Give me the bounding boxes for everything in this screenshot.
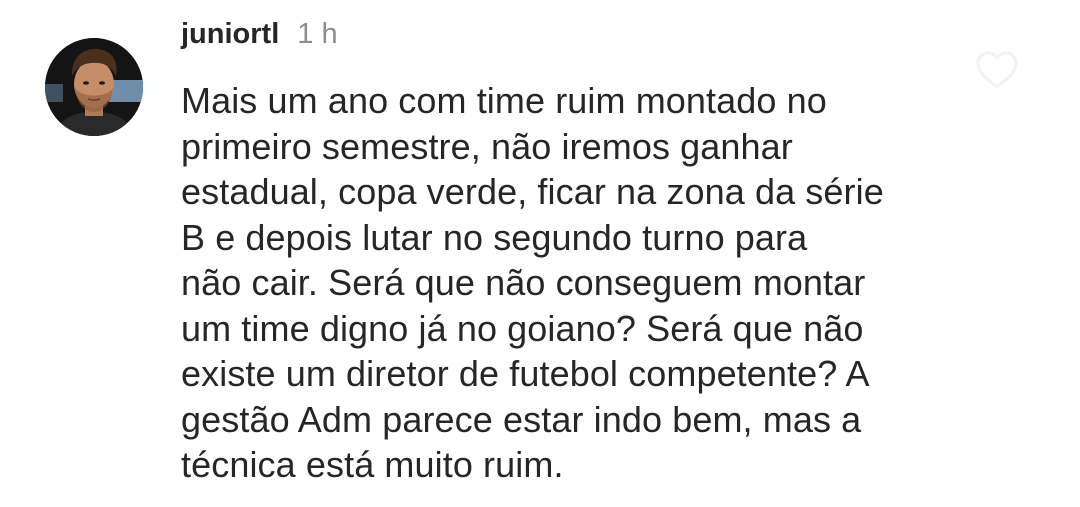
comment-text: Mais um ano com time ruim montado no pri…: [181, 78, 971, 488]
comment-line: não cair. Será que não conseguem montar: [181, 262, 866, 303]
heart-outline-icon: [976, 51, 1018, 89]
comment-line: gestão Adm parece estar indo bem, mas a: [181, 398, 862, 440]
comment-line: um time digno já no goiano? Será que não: [181, 307, 864, 349]
comment-item: juniortl 1 h Mais um ano com time ruim m…: [0, 0, 1080, 507]
avatar[interactable]: [45, 38, 143, 136]
comment-header: juniortl 1 h: [181, 18, 338, 62]
timestamp: 1 h: [297, 18, 338, 50]
comment-line: existe um diretor de futebol competente?…: [181, 353, 870, 394]
comment-line: B e depois lutar no segundo turno para: [181, 216, 808, 258]
user-photo: [45, 38, 143, 136]
comment-line: técnica está muito ruim.: [181, 444, 564, 485]
comment-line: estadual, copa verde, ficar na zona da s…: [181, 171, 884, 212]
username-link[interactable]: juniortl: [181, 18, 279, 51]
like-button[interactable]: [975, 50, 1019, 90]
comment-line: Mais um ano com time ruim montado no: [181, 80, 827, 121]
comment-line: primeiro semestre, não iremos ganhar: [181, 125, 793, 167]
